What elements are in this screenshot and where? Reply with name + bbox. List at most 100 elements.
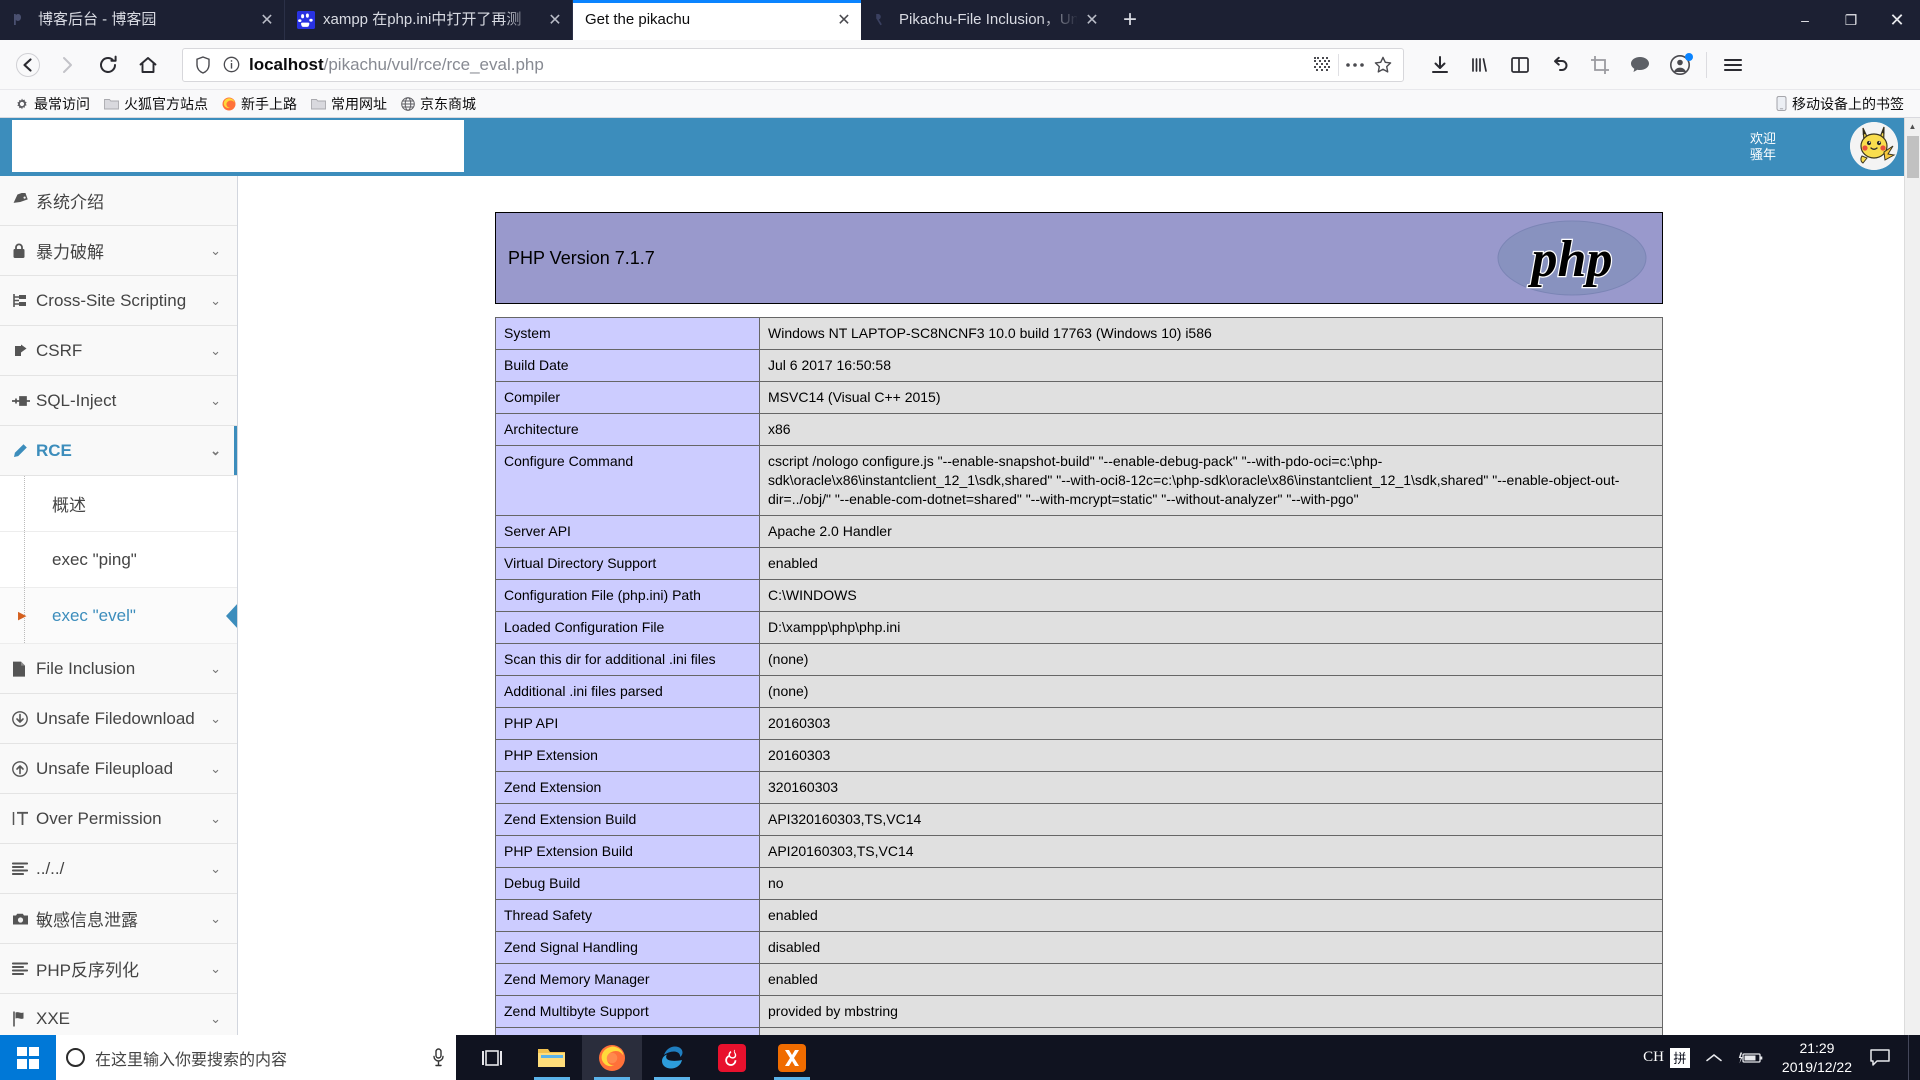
sidebar-item-unsafe-filedownload[interactable]: Unsafe Filedownload ⌄ xyxy=(0,694,237,744)
table-row: Build Date Jul 6 2017 16:50:58 xyxy=(495,349,1663,382)
home-icon[interactable] xyxy=(128,45,168,85)
file-explorer-icon[interactable] xyxy=(522,1035,582,1080)
window-close-button[interactable]: ✕ xyxy=(1874,0,1920,40)
reload-icon[interactable] xyxy=(88,45,128,85)
bookmark-firefox-official[interactable]: 火狐官方站点 xyxy=(97,92,215,116)
table-row: Compiler MSVC14 (Visual C++ 2015) xyxy=(495,381,1663,414)
pikachu-avatar[interactable] xyxy=(1850,122,1898,170)
phpinfo-value: enabled xyxy=(759,963,1663,996)
main-content: PHP Version 7.1.7 php System Windows NT … xyxy=(238,176,1920,1035)
sidebar-item-brute-force[interactable]: 暴力破解 ⌄ xyxy=(0,226,237,276)
sidebar-subitem-label: exec "ping" xyxy=(52,549,137,569)
start-button[interactable] xyxy=(0,1035,56,1080)
microphone-icon[interactable] xyxy=(425,1048,446,1067)
back-icon[interactable] xyxy=(8,45,48,85)
downloads-icon[interactable] xyxy=(1420,45,1460,85)
text-icon xyxy=(12,811,36,826)
xampp-icon[interactable] xyxy=(762,1035,822,1080)
taskbar-clock[interactable]: 21:29 2019/12/22 xyxy=(1772,1039,1862,1077)
chevron-down-icon: ⌄ xyxy=(210,710,221,726)
table-row: Scan this dir for additional .ini files(… xyxy=(495,643,1663,676)
forward-icon xyxy=(48,45,88,85)
sidebar-item-xxe[interactable]: XXE ⌄ xyxy=(0,994,237,1035)
sidebar-item-label: CSRF xyxy=(36,340,83,360)
pocket-icon[interactable] xyxy=(1620,45,1660,85)
sidebar-item-sql-inject[interactable]: SQL-Inject ⌄ xyxy=(0,376,237,426)
sidebar-item-php-deserialize[interactable]: PHP反序列化 ⌄ xyxy=(0,944,237,994)
sidebar-item-rce[interactable]: RCE ⌄ xyxy=(0,426,237,476)
info-icon[interactable] xyxy=(217,51,245,79)
ime-indicator[interactable]: CH 拼 xyxy=(1635,1047,1698,1068)
account-badge xyxy=(1685,52,1693,61)
sidebar-subitem-exec-evel[interactable]: ▶ exec "evel" xyxy=(0,588,237,644)
phpinfo-value: API20160303,TS,VC14 xyxy=(759,835,1663,868)
bookmark-common-sites[interactable]: 常用网址 xyxy=(304,92,394,116)
sidebar-subitem-label: exec "evel" xyxy=(52,605,136,625)
sidebar-item-csrf[interactable]: CSRF ⌄ xyxy=(0,326,237,376)
table-row: Thread Safety enabled xyxy=(495,899,1663,932)
php-version-label: PHP Version 7.1.7 xyxy=(508,247,655,268)
task-view-icon[interactable] xyxy=(462,1035,522,1080)
close-icon[interactable]: ✕ xyxy=(544,9,566,31)
bookmark-most-visited[interactable]: 最常访问 xyxy=(8,92,97,116)
sidebar-item-label: XXE xyxy=(36,1008,71,1028)
page-scrollbar[interactable]: ▲ xyxy=(1904,118,1920,1035)
shield-icon[interactable] xyxy=(189,51,217,79)
sidebar-item-unsafe-fileupload[interactable]: Unsafe Fileupload ⌄ xyxy=(0,744,237,794)
notification-icon[interactable] xyxy=(1862,1048,1904,1067)
sidebar-item-label: File Inclusion xyxy=(36,658,136,678)
sidebar-item-label: SQL-Inject xyxy=(36,390,117,410)
close-icon[interactable]: ✕ xyxy=(1081,9,1103,31)
minimize-button[interactable]: – xyxy=(1782,0,1828,40)
browser-tab-2[interactable]: xampp 在php.ini中打开了再测 ✕ xyxy=(285,0,573,40)
sidebar-item-sensitive-info[interactable]: 敏感信息泄露 ⌄ xyxy=(0,894,237,944)
taskbar-search[interactable]: 在这里输入你要搜索的内容 xyxy=(56,1035,456,1080)
sitemap-icon xyxy=(12,293,36,308)
edge-icon[interactable] xyxy=(642,1035,702,1080)
library-icon[interactable] xyxy=(1460,45,1500,85)
sidebar-icon[interactable] xyxy=(1500,45,1540,85)
chevron-down-icon: ⌄ xyxy=(210,760,221,776)
url-display[interactable]: localhost/pikachu/vul/rce/rce_eval.php xyxy=(245,55,1308,75)
ellipsis-icon[interactable] xyxy=(1341,51,1369,79)
firefox-icon[interactable] xyxy=(582,1035,642,1080)
sidebar-item-file-inclusion[interactable]: File Inclusion ⌄ xyxy=(0,644,237,694)
qrcode-icon[interactable] xyxy=(1308,51,1336,79)
bookmark-mobile[interactable]: 移动设备上的书签 xyxy=(1776,94,1912,114)
new-tab-button[interactable]: + xyxy=(1109,0,1151,40)
maximize-button[interactable]: ❐ xyxy=(1828,0,1874,40)
file-icon xyxy=(12,661,36,677)
chevron-down-icon: ⌄ xyxy=(210,342,221,358)
menu-icon[interactable] xyxy=(1713,45,1753,85)
browser-tab-4[interactable]: Pikachu-File Inclusion，Uns ✕ xyxy=(861,0,1109,40)
netease-music-icon[interactable] xyxy=(702,1035,762,1080)
address-bar[interactable]: localhost/pikachu/vul/rce/rce_eval.php xyxy=(182,47,1404,82)
phpinfo-output: PHP Version 7.1.7 php System Windows NT … xyxy=(495,212,1663,1035)
tag-icon xyxy=(12,193,36,208)
bookmark-jd[interactable]: 京东商城 xyxy=(394,92,483,116)
sidebar-item-xss[interactable]: Cross-Site Scripting ⌄ xyxy=(0,276,237,326)
close-icon[interactable]: ✕ xyxy=(256,9,278,31)
phpinfo-value: Windows NT LAPTOP-SC8NCNF3 10.0 build 17… xyxy=(759,317,1663,350)
bookmark-beginner[interactable]: 新手上路 xyxy=(215,92,304,116)
screenshot-icon[interactable] xyxy=(1580,45,1620,85)
show-desktop-button[interactable] xyxy=(1908,1035,1914,1080)
close-icon[interactable]: ✕ xyxy=(833,9,855,31)
undo-icon[interactable] xyxy=(1540,45,1580,85)
scroll-up-arrow[interactable]: ▲ xyxy=(1905,118,1920,134)
battery-charging-icon[interactable] xyxy=(1730,1051,1772,1065)
sidebar-item-system-intro[interactable]: 系统介绍 xyxy=(0,176,237,226)
bookmark-label: 新手上路 xyxy=(241,95,297,112)
windows-start-icon xyxy=(17,1046,39,1069)
sidebar-subitem-exec-ping[interactable]: exec "ping" xyxy=(0,532,237,588)
star-icon[interactable] xyxy=(1369,51,1397,79)
browser-tab-1[interactable]: 博客后台 - 博客园 ✕ xyxy=(0,0,285,40)
sidebar-subitem-overview[interactable]: 概述 xyxy=(0,476,237,532)
sidebar-item-over-permission[interactable]: Over Permission ⌄ xyxy=(0,794,237,844)
phpinfo-value: enabled xyxy=(759,1027,1663,1035)
account-icon[interactable] xyxy=(1660,45,1700,85)
scrollbar-thumb[interactable] xyxy=(1907,136,1919,178)
sidebar-item-traversal[interactable]: ../../ ⌄ xyxy=(0,844,237,894)
tray-expand-icon[interactable] xyxy=(1698,1053,1730,1063)
browser-tab-3-active[interactable]: Get the pikachu ✕ xyxy=(573,0,861,40)
